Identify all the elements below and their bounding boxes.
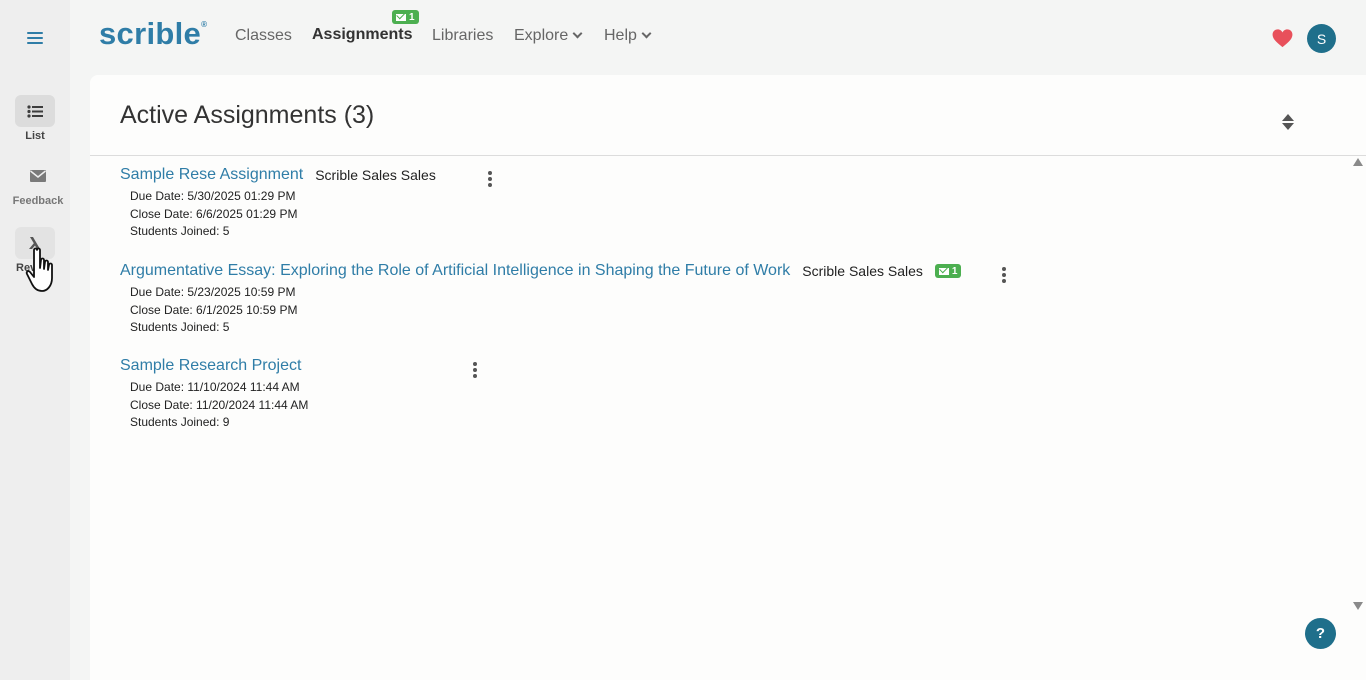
help-button[interactable]: ? <box>1305 618 1336 649</box>
scroll-down-arrow-icon[interactable] <box>1353 602 1363 610</box>
chevron-down-icon <box>572 28 583 39</box>
logo-mark: ® <box>201 20 208 29</box>
envelope-icon <box>18 160 58 192</box>
envelope-icon <box>396 13 406 21</box>
sort-icon[interactable] <box>1281 113 1295 131</box>
assignments-panel: Active Assignments (3) Sample Rese Assig… <box>90 75 1366 680</box>
badge-count: 1 <box>951 265 958 277</box>
envelope-icon <box>938 267 949 275</box>
rail-item-feedback[interactable]: Feedback <box>3 160 73 207</box>
more-options-icon[interactable] <box>488 171 492 187</box>
left-rail: List Feedback Rev <box>0 0 70 680</box>
nav-libraries[interactable]: Libraries <box>432 27 493 45</box>
divider <box>90 155 1366 156</box>
rail-item-label: Feedback <box>12 195 64 207</box>
hand-cursor-icon <box>25 246 65 296</box>
assignment-title-link[interactable]: Sample Rese Assignment <box>120 166 303 184</box>
assignment-item: Sample Rese Assignment Scrible Sales Sal… <box>120 166 492 241</box>
hamburger-menu-icon[interactable] <box>27 32 43 46</box>
assignments-message-badge: 1 <box>392 10 419 24</box>
close-date: Close Date: 11/20/2024 11:44 AM <box>130 397 309 412</box>
due-date: Due Date: 5/23/2025 10:59 PM <box>130 285 296 299</box>
rail-item-label: List <box>25 130 45 142</box>
more-options-icon[interactable] <box>473 362 477 378</box>
nav-assignments[interactable]: 1 Assignments <box>312 10 419 44</box>
rail-item-list[interactable]: List <box>0 95 70 142</box>
more-options-icon[interactable] <box>1002 267 1006 283</box>
students-joined: Students Joined: 5 <box>130 224 230 238</box>
assignment-class: Scrible Sales Sales <box>315 167 436 183</box>
list-icon <box>15 95 55 127</box>
assignment-item: Argumentative Essay: Exploring the Role … <box>120 262 1006 337</box>
top-nav: scrible® Classes 1 Assignments Libraries… <box>70 0 1366 75</box>
students-joined: Students Joined: 5 <box>130 320 230 334</box>
user-avatar[interactable]: S <box>1307 24 1336 53</box>
message-badge[interactable]: 1 <box>934 264 962 278</box>
page-title: Active Assignments (3) <box>120 101 375 129</box>
nav-help-label: Help <box>604 27 637 44</box>
assignment-class: Scrible Sales Sales <box>802 263 923 279</box>
scrible-logo[interactable]: scrible® <box>99 16 207 52</box>
nav-help[interactable]: Help <box>604 27 652 45</box>
nav-explore[interactable]: Explore <box>514 27 583 45</box>
assignment-title-link[interactable]: Sample Research Project <box>120 357 301 375</box>
close-date: Close Date: 6/1/2025 10:59 PM <box>130 302 298 317</box>
close-date: Close Date: 6/6/2025 01:29 PM <box>130 206 298 221</box>
badge-count: 1 <box>409 11 415 23</box>
due-date: Due Date: 11/10/2024 11:44 AM <box>130 380 300 394</box>
due-date: Due Date: 5/30/2025 01:29 PM <box>130 189 296 203</box>
nav-classes[interactable]: Classes <box>235 27 292 45</box>
assignment-title-link[interactable]: Argumentative Essay: Exploring the Role … <box>120 262 790 280</box>
nav-explore-label: Explore <box>514 27 569 44</box>
students-joined: Students Joined: 9 <box>130 415 230 429</box>
assignment-item: Sample Research Project Due Date: 11/10/… <box>120 357 477 432</box>
nav-assignments-label: Assignments <box>312 26 413 43</box>
heart-icon[interactable] <box>1272 29 1293 53</box>
scroll-up-arrow-icon[interactable] <box>1353 158 1363 166</box>
logo-text: scrible <box>99 16 202 51</box>
chevron-down-icon <box>641 28 652 39</box>
